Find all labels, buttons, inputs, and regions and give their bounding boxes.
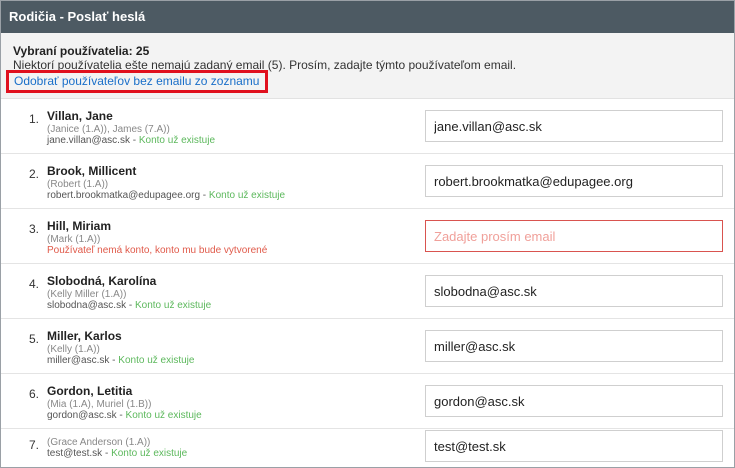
email-field[interactable] — [425, 430, 723, 462]
children-info: (Mark (1.A)) — [47, 234, 101, 245]
email-field[interactable] — [425, 275, 723, 307]
row-number: 2. — [29, 167, 40, 181]
send-passwords-dialog: Rodičia - Poslať heslá Vybraní používate… — [0, 0, 735, 468]
separator: - — [109, 355, 119, 366]
account-status-line: robert.brookmatka@edupagee.org - Konto u… — [47, 190, 285, 201]
account-status-line: jane.villan@asc.sk - Konto už existuje — [47, 135, 215, 146]
account-status: Konto už existuje — [125, 410, 202, 421]
account-status: Používateľ nemá konto, konto mu bude vyt… — [47, 245, 268, 256]
email-field[interactable] — [425, 385, 723, 417]
parent-name: Miller, Karlos — [47, 329, 122, 343]
row-number: 5. — [29, 332, 40, 346]
account-status: Konto už existuje — [134, 300, 212, 311]
row-number: 4. — [29, 277, 40, 291]
account-status: Konto už existuje — [118, 355, 195, 366]
selected-users-count: Vybraní používatelia: 25 — [13, 44, 150, 58]
row-number: 6. — [29, 387, 40, 401]
account-status-line: miller@asc.sk - Konto už existuje — [47, 355, 194, 366]
parent-list: 1. Villan, Jane (Janice (1.A)), James (7… — [1, 99, 734, 467]
separator: - — [200, 190, 209, 201]
list-item: 2. Brook, Millicent (Robert (1.A)) rober… — [1, 154, 734, 209]
separator: - — [102, 448, 112, 459]
account-status-line: slobodna@asc.sk - Konto už existuje — [47, 300, 211, 311]
list-item: 1. Villan, Jane (Janice (1.A)), James (7… — [1, 99, 734, 154]
children-info: (Kelly (1.A)) — [47, 344, 100, 355]
children-info: (Grace Anderson (1.A)) — [47, 437, 151, 448]
children-info: (Janice (1.A)), James (7.A)) — [47, 124, 170, 135]
account-status-line: Používateľ nemá konto, konto mu bude vyt… — [47, 245, 267, 256]
row-number: 3. — [29, 222, 40, 236]
login-email: jane.villan@asc.sk — [47, 135, 130, 146]
account-status-line: test@test.sk - Konto už existuje — [47, 448, 187, 459]
account-status: Konto už existuje — [111, 448, 188, 459]
account-status-line: gordon@asc.sk - Konto už existuje — [47, 410, 202, 421]
login-email: miller@asc.sk — [47, 355, 110, 366]
list-item: 7. (Grace Anderson (1.A)) test@test.sk -… — [1, 429, 734, 467]
remove-users-without-email-link[interactable]: Odobrať používateľov bez emailu zo zozna… — [6, 70, 268, 93]
account-status: Konto už existuje — [208, 190, 286, 201]
parent-name: Slobodná, Karolína — [47, 274, 157, 288]
parent-name: Gordon, Letitia — [47, 384, 133, 398]
list-item: 4. Slobodná, Karolína (Kelly Miller (1.A… — [1, 264, 734, 319]
list-item: 3. Hill, Miriam (Mark (1.A)) Používateľ … — [1, 209, 734, 264]
dialog-title: Rodičia - Poslať heslá — [1, 1, 734, 33]
children-info: (Robert (1.A)) — [47, 179, 109, 190]
row-number: 7. — [29, 438, 40, 452]
email-field[interactable] — [425, 165, 723, 197]
login-email: gordon@asc.sk — [47, 410, 117, 421]
separator: - — [126, 300, 135, 311]
login-email: test@test.sk — [47, 448, 103, 459]
selection-summary: Vybraní používatelia: 25 Niektorí použív… — [1, 33, 734, 99]
list-item: 6. Gordon, Letitia (Mia (1.A), Muriel (1… — [1, 374, 734, 429]
separator: - — [116, 410, 126, 421]
email-field[interactable] — [425, 220, 723, 252]
email-field[interactable] — [425, 330, 723, 362]
email-field[interactable] — [425, 110, 723, 142]
children-info: (Kelly Miller (1.A)) — [47, 289, 127, 300]
parent-name: Brook, Millicent — [47, 164, 137, 178]
parent-name: Villan, Jane — [47, 109, 113, 123]
account-status: Konto už existuje — [138, 135, 216, 146]
login-email: robert.brookmatka@edupagee.org — [47, 190, 201, 201]
separator: - — [129, 135, 139, 146]
row-number: 1. — [29, 112, 40, 126]
login-email: slobodna@asc.sk — [47, 300, 127, 311]
parent-name: Hill, Miriam — [47, 219, 112, 233]
list-item: 5. Miller, Karlos (Kelly (1.A)) miller@a… — [1, 319, 734, 374]
children-info: (Mia (1.A), Muriel (1.B)) — [47, 399, 152, 410]
